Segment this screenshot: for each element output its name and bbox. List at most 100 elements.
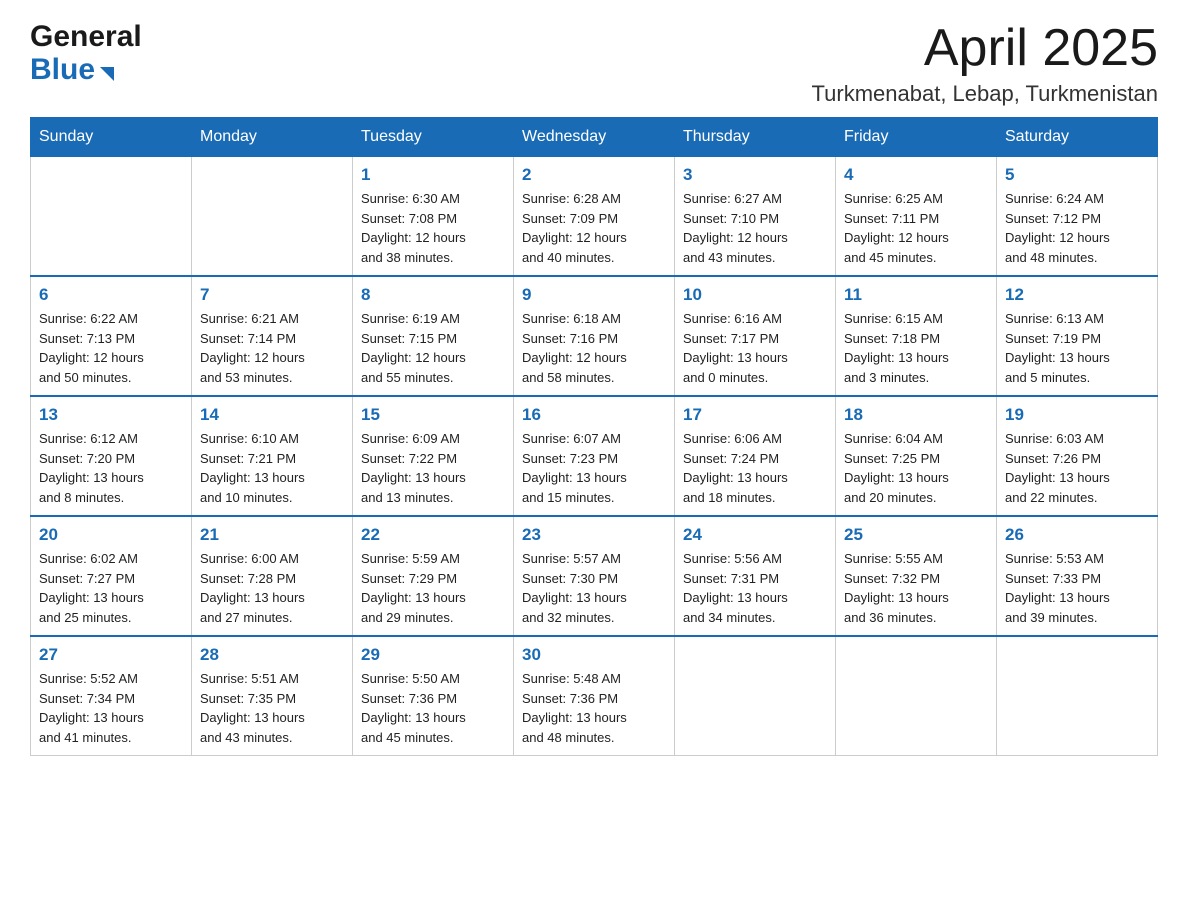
day-info: Sunrise: 5:51 AM Sunset: 7:35 PM Dayligh… bbox=[200, 669, 344, 747]
day-info: Sunrise: 6:30 AM Sunset: 7:08 PM Dayligh… bbox=[361, 189, 505, 267]
day-number: 11 bbox=[844, 285, 988, 305]
day-number: 19 bbox=[1005, 405, 1149, 425]
calendar-cell: 13Sunrise: 6:12 AM Sunset: 7:20 PM Dayli… bbox=[31, 396, 192, 516]
day-number: 1 bbox=[361, 165, 505, 185]
day-number: 14 bbox=[200, 405, 344, 425]
day-number: 24 bbox=[683, 525, 827, 545]
day-number: 18 bbox=[844, 405, 988, 425]
day-info: Sunrise: 6:21 AM Sunset: 7:14 PM Dayligh… bbox=[200, 309, 344, 387]
calendar-week-row: 1 Sunrise: 6:30 AM Sunset: 7:08 PM Daylig… bbox=[31, 157, 1158, 277]
calendar-cell: 4Sunrise: 6:25 AM Sunset: 7:11 PM Daylig… bbox=[836, 157, 997, 277]
calendar-cell: 18Sunrise: 6:04 AM Sunset: 7:25 PM Dayli… bbox=[836, 396, 997, 516]
calendar-cell bbox=[192, 157, 353, 277]
calendar-cell: 15 Sunrise: 6:09 AM Sunset: 7:22 PM Dayli… bbox=[353, 396, 514, 516]
calendar-cell: 16 Sunrise: 6:07 AM Sunset: 7:23 PM Dayli… bbox=[514, 396, 675, 516]
weekday-header-monday: Monday bbox=[192, 118, 353, 157]
day-number: 2 bbox=[522, 165, 666, 185]
calendar-cell: 7Sunrise: 6:21 AM Sunset: 7:14 PM Daylig… bbox=[192, 276, 353, 396]
day-info: Sunrise: 6:18 AM Sunset: 7:16 PM Dayligh… bbox=[522, 309, 666, 387]
page-title: April 2025 bbox=[812, 20, 1158, 77]
logo-blue: Blue bbox=[30, 53, 95, 86]
calendar-week-row: 20Sunrise: 6:02 AM Sunset: 7:27 PM Dayli… bbox=[31, 516, 1158, 636]
calendar-cell: 12 Sunrise: 6:13 AM Sunset: 7:19 PM Dayli… bbox=[997, 276, 1158, 396]
calendar-cell: 19 Sunrise: 6:03 AM Sunset: 7:26 PM Dayli… bbox=[997, 396, 1158, 516]
day-number: 17 bbox=[683, 405, 827, 425]
day-number: 15 bbox=[361, 405, 505, 425]
weekday-header-tuesday: Tuesday bbox=[353, 118, 514, 157]
calendar-week-row: 6 Sunrise: 6:22 AM Sunset: 7:13 PM Daylig… bbox=[31, 276, 1158, 396]
calendar-cell: 11 Sunrise: 6:15 AM Sunset: 7:18 PM Dayli… bbox=[836, 276, 997, 396]
calendar-week-row: 27 Sunrise: 5:52 AM Sunset: 7:34 PM Dayli… bbox=[31, 636, 1158, 756]
day-number: 9 bbox=[522, 285, 666, 305]
day-number: 27 bbox=[39, 645, 183, 665]
day-info: Sunrise: 6:02 AM Sunset: 7:27 PM Dayligh… bbox=[39, 549, 183, 627]
day-number: 26 bbox=[1005, 525, 1149, 545]
day-number: 30 bbox=[522, 645, 666, 665]
calendar-cell: 24 Sunrise: 5:56 AM Sunset: 7:31 PM Dayli… bbox=[675, 516, 836, 636]
day-info: Sunrise: 6:10 AM Sunset: 7:21 PM Dayligh… bbox=[200, 429, 344, 507]
day-info: Sunrise: 6:09 AM Sunset: 7:22 PM Dayligh… bbox=[361, 429, 505, 507]
calendar-cell: 6 Sunrise: 6:22 AM Sunset: 7:13 PM Daylig… bbox=[31, 276, 192, 396]
day-info: Sunrise: 6:25 AM Sunset: 7:11 PM Dayligh… bbox=[844, 189, 988, 267]
calendar-cell: 5 Sunrise: 6:24 AM Sunset: 7:12 PM Daylig… bbox=[997, 157, 1158, 277]
logo-general: General bbox=[30, 20, 142, 53]
calendar-cell bbox=[675, 636, 836, 756]
day-info: Sunrise: 5:55 AM Sunset: 7:32 PM Dayligh… bbox=[844, 549, 988, 627]
calendar-header-row: SundayMondayTuesdayWednesdayThursdayFrid… bbox=[31, 118, 1158, 157]
day-info: Sunrise: 6:12 AM Sunset: 7:20 PM Dayligh… bbox=[39, 429, 183, 507]
day-info: Sunrise: 6:07 AM Sunset: 7:23 PM Dayligh… bbox=[522, 429, 666, 507]
logo: General Blue bbox=[30, 20, 142, 86]
day-number: 22 bbox=[361, 525, 505, 545]
calendar-cell: 2 Sunrise: 6:28 AM Sunset: 7:09 PM Daylig… bbox=[514, 157, 675, 277]
calendar-cell: 10 Sunrise: 6:16 AM Sunset: 7:17 PM Dayli… bbox=[675, 276, 836, 396]
day-info: Sunrise: 5:56 AM Sunset: 7:31 PM Dayligh… bbox=[683, 549, 827, 627]
calendar-cell: 30 Sunrise: 5:48 AM Sunset: 7:36 PM Dayli… bbox=[514, 636, 675, 756]
day-number: 16 bbox=[522, 405, 666, 425]
day-info: Sunrise: 5:50 AM Sunset: 7:36 PM Dayligh… bbox=[361, 669, 505, 747]
day-number: 23 bbox=[522, 525, 666, 545]
calendar-cell bbox=[836, 636, 997, 756]
day-info: Sunrise: 6:00 AM Sunset: 7:28 PM Dayligh… bbox=[200, 549, 344, 627]
day-number: 8 bbox=[361, 285, 505, 305]
day-number: 25 bbox=[844, 525, 988, 545]
day-info: Sunrise: 5:59 AM Sunset: 7:29 PM Dayligh… bbox=[361, 549, 505, 627]
day-info: Sunrise: 6:16 AM Sunset: 7:17 PM Dayligh… bbox=[683, 309, 827, 387]
day-info: Sunrise: 6:24 AM Sunset: 7:12 PM Dayligh… bbox=[1005, 189, 1149, 267]
day-number: 5 bbox=[1005, 165, 1149, 185]
calendar-cell: 29 Sunrise: 5:50 AM Sunset: 7:36 PM Dayli… bbox=[353, 636, 514, 756]
calendar-cell: 8 Sunrise: 6:19 AM Sunset: 7:15 PM Daylig… bbox=[353, 276, 514, 396]
calendar-cell: 17 Sunrise: 6:06 AM Sunset: 7:24 PM Dayli… bbox=[675, 396, 836, 516]
day-info: Sunrise: 6:06 AM Sunset: 7:24 PM Dayligh… bbox=[683, 429, 827, 507]
page-subtitle: Turkmenabat, Lebap, Turkmenistan bbox=[812, 81, 1158, 107]
calendar-cell: 26 Sunrise: 5:53 AM Sunset: 7:33 PM Dayli… bbox=[997, 516, 1158, 636]
day-number: 12 bbox=[1005, 285, 1149, 305]
calendar-cell: 14 Sunrise: 6:10 AM Sunset: 7:21 PM Dayli… bbox=[192, 396, 353, 516]
calendar-cell bbox=[997, 636, 1158, 756]
title-block: April 2025 Turkmenabat, Lebap, Turkmenis… bbox=[812, 20, 1158, 107]
calendar-cell: 25 Sunrise: 5:55 AM Sunset: 7:32 PM Dayli… bbox=[836, 516, 997, 636]
calendar-cell: 22 Sunrise: 5:59 AM Sunset: 7:29 PM Dayli… bbox=[353, 516, 514, 636]
day-info: Sunrise: 6:03 AM Sunset: 7:26 PM Dayligh… bbox=[1005, 429, 1149, 507]
day-number: 29 bbox=[361, 645, 505, 665]
day-info: Sunrise: 6:13 AM Sunset: 7:19 PM Dayligh… bbox=[1005, 309, 1149, 387]
weekday-header-thursday: Thursday bbox=[675, 118, 836, 157]
day-number: 6 bbox=[39, 285, 183, 305]
weekday-header-sunday: Sunday bbox=[31, 118, 192, 157]
day-info: Sunrise: 6:27 AM Sunset: 7:10 PM Dayligh… bbox=[683, 189, 827, 267]
calendar-table: SundayMondayTuesdayWednesdayThursdayFrid… bbox=[30, 117, 1158, 756]
day-info: Sunrise: 6:22 AM Sunset: 7:13 PM Dayligh… bbox=[39, 309, 183, 387]
calendar-cell: 3Sunrise: 6:27 AM Sunset: 7:10 PM Daylig… bbox=[675, 157, 836, 277]
day-info: Sunrise: 6:15 AM Sunset: 7:18 PM Dayligh… bbox=[844, 309, 988, 387]
calendar-cell: 21 Sunrise: 6:00 AM Sunset: 7:28 PM Dayli… bbox=[192, 516, 353, 636]
day-info: Sunrise: 6:19 AM Sunset: 7:15 PM Dayligh… bbox=[361, 309, 505, 387]
calendar-week-row: 13Sunrise: 6:12 AM Sunset: 7:20 PM Dayli… bbox=[31, 396, 1158, 516]
day-number: 21 bbox=[200, 525, 344, 545]
day-info: Sunrise: 5:53 AM Sunset: 7:33 PM Dayligh… bbox=[1005, 549, 1149, 627]
calendar-cell: 28Sunrise: 5:51 AM Sunset: 7:35 PM Dayli… bbox=[192, 636, 353, 756]
calendar-cell: 20Sunrise: 6:02 AM Sunset: 7:27 PM Dayli… bbox=[31, 516, 192, 636]
day-info: Sunrise: 5:48 AM Sunset: 7:36 PM Dayligh… bbox=[522, 669, 666, 747]
calendar-cell: 9 Sunrise: 6:18 AM Sunset: 7:16 PM Daylig… bbox=[514, 276, 675, 396]
day-number: 10 bbox=[683, 285, 827, 305]
day-info: Sunrise: 6:28 AM Sunset: 7:09 PM Dayligh… bbox=[522, 189, 666, 267]
day-info: Sunrise: 5:52 AM Sunset: 7:34 PM Dayligh… bbox=[39, 669, 183, 747]
